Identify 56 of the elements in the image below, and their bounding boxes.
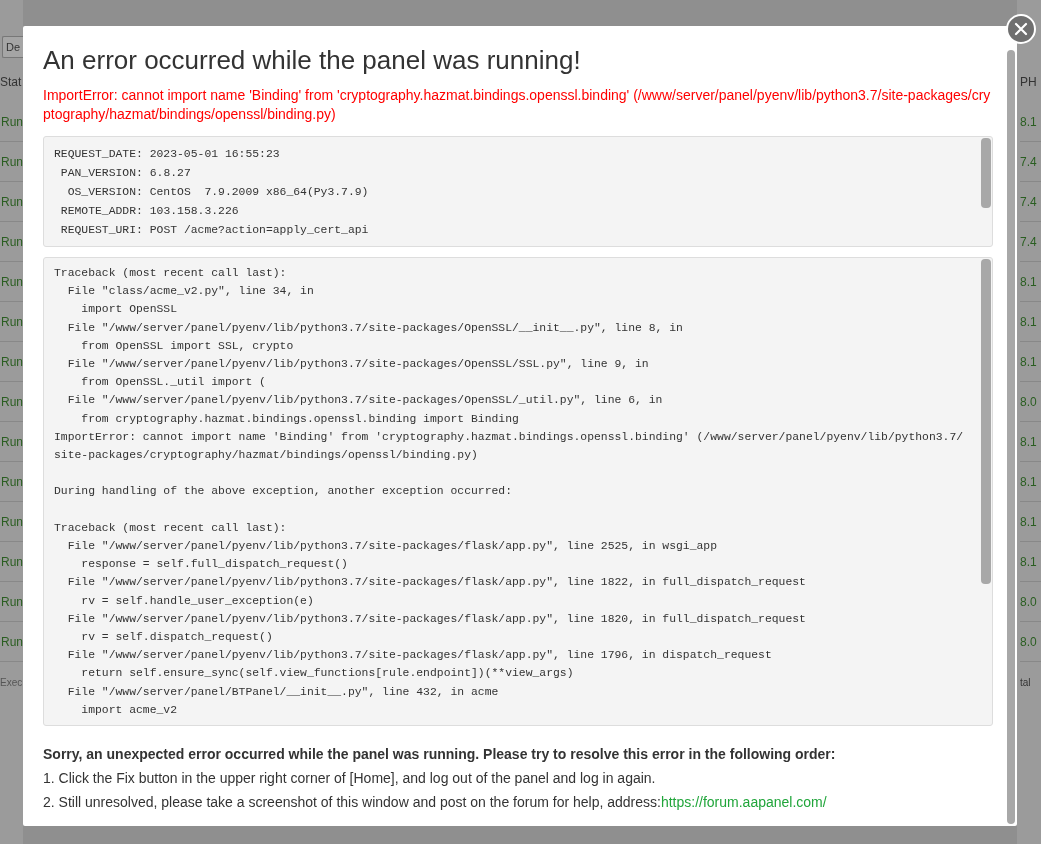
help-step: 2. Still unresolved, please take a screenshot of this window and post on the forum for help, address:https://forum.aapanel.com/ [43,790,993,815]
code-line: During handling of the above exception, another exception occurred: [54,484,513,500]
code-line: from OpenSSL._util import ( [80,375,267,391]
code-line: import acme_v2 [80,702,179,718]
help-heading: Sorry, an unexpected error occurred while the panel was running. Please try to resolve this error in the following order: [43,745,837,765]
help-step: 1. Click the Fix button in the upper right corner of [Home], and log out of the panel and log in again. [43,766,993,791]
code-line: REQUEST_URI: POST /acme?action=apply_cert_api [59,222,370,238]
scrollbar-thumb[interactable] [981,138,991,208]
error-message: ImportError: cannot import name 'Binding' from 'cryptography.hazmat.bindings.openssl.binding' (/www/server/panel/pyenv/lib/python3.7/site-packages/cryptography/hazmat/bindings/openssl/binding.py) [43,86,992,124]
code-line: Traceback (most recent call last): [54,266,288,281]
code-line: File "/www/server/panel/pyenv/lib/python3.7/site-packages/OpenSSL/SSL.py", line 9, in [66,357,650,372]
code-line: File "/www/server/panel/BTPanel/__init__.py", line 432, in acme [66,684,500,700]
code-line: PAN_VERSION: 6.8.27 [59,165,192,181]
version-cell: 7.4 [1020,142,1041,182]
toolbar-button[interactable]: De [2,36,23,58]
code-line: File "/www/server/panel/pyenv/lib/python3.7/site-packages/OpenSSL/__init__.py", line 8, in [66,320,684,336]
code-line: File "/www/server/panel/pyenv/lib/python3.7/site-packages/flask/app.py", line 1822, in full_dispatch_request [66,575,807,591]
scrollbar-thumb[interactable] [981,259,991,584]
code-line: File "class/acme_v2.py", line 34, in [66,284,315,300]
column-header: Stat [0,74,23,91]
code-line: response = self.full_dispatch_request() [80,557,349,573]
code-line: File "/www/server/panel/pyenv/lib/python3.7/site-packages/OpenSSL/_util.py", line 6, in [66,393,664,409]
version-cell: 7.4 [1020,222,1041,262]
version-cell: 8.1 [1020,542,1041,582]
version-cell: 8.0 [1020,382,1041,422]
code-line: rv = self.dispatch_request() [80,630,274,646]
code-line: File "/www/server/panel/pyenv/lib/python3.7/site-packages/flask/app.py", line 1820, in full_dispatch_request [66,611,807,627]
version-cell: 8.1 [1020,342,1041,382]
code-line: import OpenSSL [80,302,179,318]
code-line: File "/www/server/panel/pyenv/lib/python3.7/site-packages/flask/app.py", line 1796, in dispatch_request [66,648,773,664]
version-cell: 8.1 [1020,262,1041,302]
footer-text: tal [1020,675,1032,690]
code-line: REQUEST_DATE: 2023-05-01 16:55:23 [54,147,281,162]
version-cell: 8.0 [1020,622,1041,662]
footer-text: Exec [0,675,23,690]
close-icon [1014,22,1028,36]
version-cell: 7.4 [1020,182,1041,222]
version-cell: 8.1 [1020,462,1041,502]
code-line: OS_VERSION: CentOS 7.9.2009 x86_64(Py3.7.9) [66,184,370,200]
version-cell: 8.1 [1020,302,1041,342]
dialog-title: An error occurred while the panel was running! [43,44,582,77]
version-cell: 8.0 [1020,582,1041,622]
column-header: PH [1020,74,1038,91]
version-cell: 8.1 [1020,102,1041,142]
version-cell: 8.1 [1020,502,1041,542]
scrollbar-thumb[interactable] [1007,50,1015,824]
version-cell: 8.1 [1020,422,1041,462]
code-line: File "/www/server/panel/pyenv/lib/python3.7/site-packages/flask/app.py", line 2525, in wsgi_app [66,539,719,554]
code-line: Traceback (most recent call last): [54,520,288,536]
code-line: rv = self.handle_user_exception(e) [80,593,315,609]
code-line: ImportError: cannot import name 'Binding' from 'cryptography.hazmat.bindings.openssl.binding' (/www/server/panel/pyenv/lib/python3.7/site-packages/cryptography/hazmat/bindings/openssl/binding.py) [54,429,965,464]
code-line: return self.ensure_sync(self.view_functions[rule.endpoint])(**view_args) [80,666,575,682]
code-line: from cryptography.hazmat.bindings.openssl.binding import Binding [80,411,520,427]
code-line: REMOTE_ADDR: 103.158.3.226 [59,203,240,219]
forum-link[interactable]: https://forum.aapanel.com/ [660,794,827,811]
code-line: from OpenSSL import SSL, crypto [80,338,295,354]
